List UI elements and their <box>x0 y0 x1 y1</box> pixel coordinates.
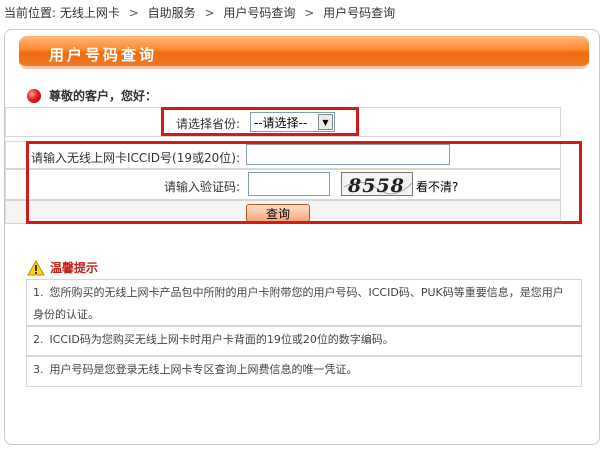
tip-number: 1. <box>33 286 44 299</box>
page-title: 用户号码查询 <box>49 46 158 64</box>
red-bullet-icon <box>27 88 41 103</box>
breadcrumb-item-wireless-card[interactable]: 无线上网卡 <box>60 6 120 20</box>
tip-item: 3. 用户号码是您登录无线上网卡专区查询上网费信息的唯一凭证。 <box>26 356 582 387</box>
province-highlight-box <box>161 107 359 136</box>
breadcrumb-item-current: 用户号码查询 <box>323 6 396 20</box>
breadcrumb-separator: > <box>204 6 215 20</box>
tip-number: 2. <box>33 333 44 346</box>
query-panel: 用户号码查询 尊敬的客户，您好： 请选择省份: --请选择-- ▼ 请输入无线上… <box>4 29 600 445</box>
tips-heading: 温馨提示 <box>27 259 98 276</box>
tips-title: 温馨提示 <box>50 261 99 275</box>
warning-icon <box>27 259 45 275</box>
breadcrumb-prefix: 当前位置: <box>4 6 57 20</box>
breadcrumb-separator: > <box>128 6 139 20</box>
tip-text: 您所购买的无线上网卡产品包中所附的用户卡附带您的用户号码、ICCID码、PUK码… <box>33 286 564 321</box>
iccid-highlight-box <box>26 141 582 224</box>
tip-item: 1. 您所购买的无线上网卡产品包中所附的用户卡附带您的用户号码、ICCID码、PU… <box>26 279 582 326</box>
breadcrumb-separator: > <box>304 6 315 20</box>
tip-item: 2. ICCID码为您购买无线上网卡时用户卡背面的19位或20位的数字编码。 <box>26 326 582 356</box>
panel-title-bar: 用户号码查询 <box>19 36 589 69</box>
breadcrumb-item-self-service[interactable]: 自助服务 <box>148 6 196 20</box>
greeting: 尊敬的客户，您好： <box>27 87 157 104</box>
breadcrumb-item-number-query[interactable]: 用户号码查询 <box>223 6 295 20</box>
tip-text: ICCID码为您购买无线上网卡时用户卡背面的19位或20位的数字编码。 <box>49 333 394 346</box>
tip-text: 用户号码是您登录无线上网卡专区查询上网费信息的唯一凭证。 <box>49 363 358 376</box>
tip-number: 3. <box>33 363 44 376</box>
breadcrumb: 当前位置: 无线上网卡 > 自助服务 > 用户号码查询 > 用户号码查询 <box>4 4 395 21</box>
greeting-text: 尊敬的客户，您好： <box>49 89 158 103</box>
